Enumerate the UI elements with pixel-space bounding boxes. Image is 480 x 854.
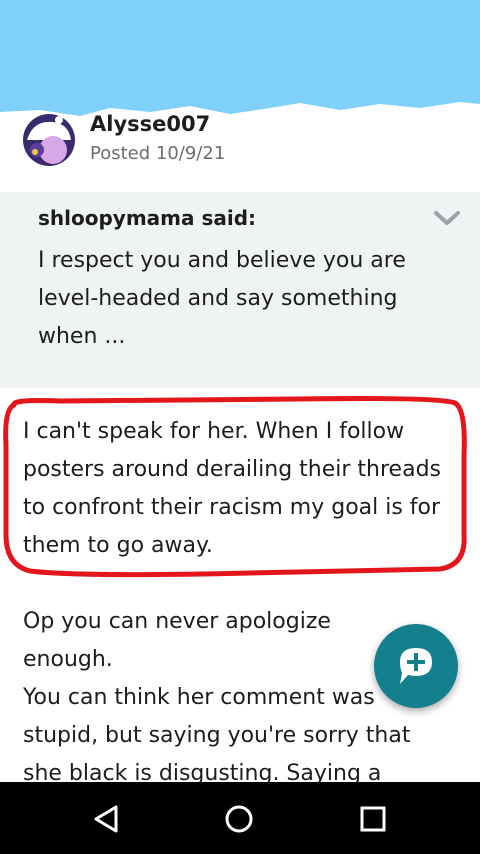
system-nav-bar (0, 782, 480, 854)
post-date: Posted 10/9/21 (90, 143, 226, 164)
home-circle-icon[interactable] (222, 802, 256, 836)
post-line: stupid, but saying you're sorry that (23, 723, 411, 748)
back-triangle-icon[interactable] (90, 802, 124, 836)
quote-block: shloopymama said: I respect you and beli… (0, 192, 480, 388)
avatar[interactable] (23, 114, 75, 166)
post-author[interactable]: Alysse007 (90, 112, 210, 136)
quote-author[interactable]: shloopymama said: (38, 206, 256, 230)
chevron-down-icon[interactable] (430, 204, 464, 232)
chat-plus-icon (400, 648, 432, 684)
quote-text: I respect you and believe you are level-… (38, 248, 406, 349)
post-header: Alysse007 Posted 10/9/21 (0, 108, 480, 192)
recents-square-icon[interactable] (356, 802, 390, 836)
new-reply-button[interactable] (374, 624, 458, 708)
post-paragraph: I can't speak for her. When I follow pos… (23, 419, 441, 558)
